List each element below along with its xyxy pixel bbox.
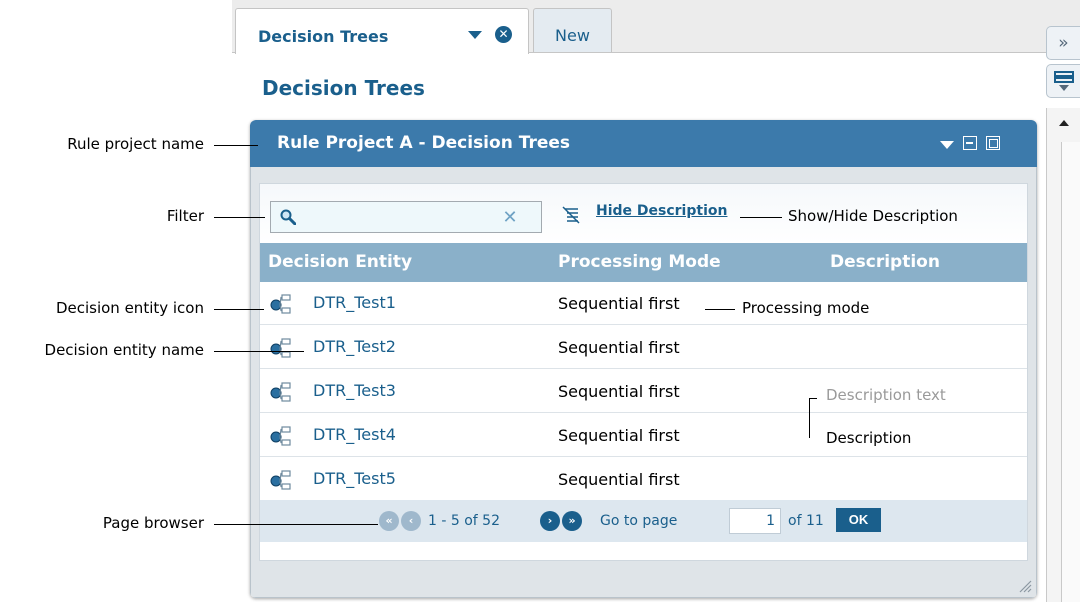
tab-label: New <box>555 26 590 45</box>
double-chevron-right-icon: » <box>568 514 576 527</box>
column-header-processing-mode[interactable]: Processing Mode <box>558 252 721 272</box>
collapse-panel-button[interactable]: » <box>1046 26 1080 60</box>
annotation-page-browser: Page browser <box>102 514 204 532</box>
table-row: DTR_Test1 Sequential first <box>260 282 1027 325</box>
clear-icon[interactable]: ✕ <box>500 208 520 228</box>
leader-line <box>214 309 264 310</box>
tab-label: Decision Trees <box>258 27 389 46</box>
leader-line <box>705 309 735 310</box>
leader-bracket <box>809 398 810 438</box>
annotation-rule-project-name: Rule project name <box>67 135 204 153</box>
chevron-right-icon: › <box>547 514 553 527</box>
decision-table: ✕ Hide Description Decision Entity Proce… <box>259 183 1028 561</box>
table-row: DTR_Test2 Sequential first <box>260 326 1027 369</box>
chevron-left-icon: ‹ <box>408 514 414 527</box>
tab-new[interactable]: New <box>533 8 612 52</box>
page-count: of 11 <box>788 513 824 529</box>
scroll-up-icon[interactable] <box>1059 120 1069 126</box>
decision-entity-icon <box>270 382 291 402</box>
annotation-decision-entity-name: Decision entity name <box>44 341 204 359</box>
vertical-scrollbar[interactable] <box>1046 108 1080 602</box>
processing-mode: Sequential first <box>558 470 680 489</box>
filter-menu-button[interactable] <box>1046 64 1080 98</box>
tab-decision-trees[interactable]: Decision Trees ✕ <box>235 8 529 54</box>
chevron-down-icon[interactable] <box>468 31 482 39</box>
portlet-body: ✕ Hide Description Decision Entity Proce… <box>250 167 1037 598</box>
table-row: DTR_Test4 Sequential first <box>260 414 1027 457</box>
annotation-description: Description <box>826 429 912 447</box>
annotation-processing-mode: Processing mode <box>742 299 870 317</box>
decision-entity-icon <box>270 426 291 446</box>
decision-entity-name[interactable]: DTR_Test2 <box>313 337 396 356</box>
portlet-header: Rule Project A - Decision Trees <box>250 120 1037 167</box>
decision-entity-name[interactable]: DTR_Test3 <box>313 381 396 400</box>
annotation-description-text: Description text <box>826 386 946 404</box>
previous-page-button[interactable]: ‹ <box>401 511 421 531</box>
ok-button[interactable]: OK <box>836 508 881 532</box>
hide-description-icon[interactable] <box>562 206 580 224</box>
page-number-input[interactable] <box>729 508 781 534</box>
hide-description-link[interactable]: Hide Description <box>596 203 727 219</box>
leader-line <box>740 217 782 218</box>
page-title: Decision Trees <box>262 76 425 100</box>
minimize-icon[interactable] <box>963 136 977 150</box>
rule-project-name: Rule Project A - Decision Trees <box>277 133 571 153</box>
page-browser: « ‹ 1 - 5 of 52 › » Go to page of 11 OK <box>260 500 1027 542</box>
search-icon <box>280 209 296 225</box>
leader-line <box>214 351 304 352</box>
decision-entity-icon <box>270 338 291 358</box>
go-to-page-label: Go to page <box>600 513 678 529</box>
decision-entity-name[interactable]: DTR_Test1 <box>313 293 396 312</box>
decision-entity-name[interactable]: DTR_Test5 <box>313 469 396 488</box>
column-header-decision-entity[interactable]: Decision Entity <box>268 252 412 272</box>
leader-line <box>214 524 378 525</box>
leader-line <box>214 145 258 146</box>
decision-entity-icon <box>270 294 291 314</box>
next-page-button[interactable]: › <box>540 511 560 531</box>
table-header: Decision Entity Processing Mode Descript… <box>260 243 1027 282</box>
filter-field[interactable]: ✕ <box>270 201 542 233</box>
filter-input[interactable] <box>313 206 493 228</box>
decision-entity-icon <box>270 470 291 490</box>
decision-trees-portlet: Rule Project A - Decision Trees ✕ Hide D… <box>250 120 1037 598</box>
tab-strip: Decision Trees ✕ New <box>232 0 1080 55</box>
first-page-button[interactable]: « <box>379 511 399 531</box>
annotation-decision-entity-icon: Decision entity icon <box>55 299 204 317</box>
leader-bracket <box>809 398 817 399</box>
close-icon[interactable]: ✕ <box>495 26 512 43</box>
annotation-show-hide-description: Show/Hide Description <box>788 207 958 225</box>
leader-line <box>214 217 265 218</box>
column-header-description[interactable]: Description <box>830 252 940 272</box>
annotation-filter: Filter <box>166 207 204 225</box>
page-range: 1 - 5 of 52 <box>428 513 500 529</box>
last-page-button[interactable]: » <box>562 511 582 531</box>
resize-grip-icon[interactable] <box>1016 577 1032 593</box>
processing-mode: Sequential first <box>558 338 680 357</box>
processing-mode: Sequential first <box>558 382 680 401</box>
processing-mode: Sequential first <box>558 426 680 445</box>
decision-entity-name[interactable]: DTR_Test4 <box>313 425 396 444</box>
maximize-icon[interactable] <box>986 136 1000 150</box>
chevron-down-icon[interactable] <box>940 141 954 149</box>
table-row: DTR_Test5 Sequential first <box>260 458 1027 501</box>
double-chevron-left-icon: « <box>385 514 393 527</box>
processing-mode: Sequential first <box>558 294 680 313</box>
scroll-track[interactable] <box>1061 142 1080 602</box>
filter-menu-icon <box>1053 71 1074 91</box>
